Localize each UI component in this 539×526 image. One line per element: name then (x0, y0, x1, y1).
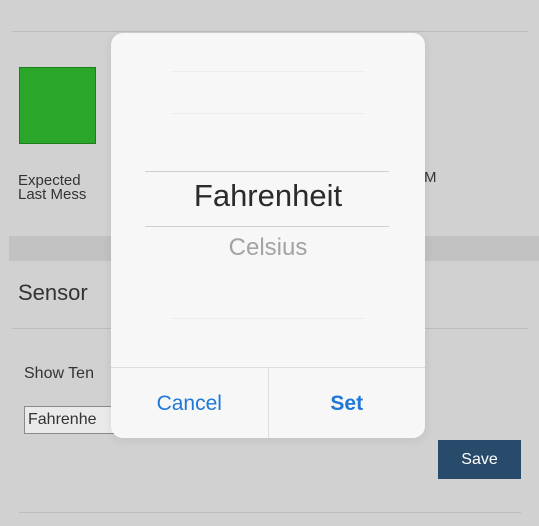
set-button[interactable]: Set (269, 368, 426, 438)
status-value-fragment: M (424, 169, 437, 186)
picker-faded-row (171, 318, 365, 319)
top-divider (12, 31, 528, 32)
unit-picker-dialog: Fahrenheit Celsius Cancel Set (111, 33, 425, 438)
bottom-divider (19, 512, 521, 513)
picker-selection-top-line (145, 171, 389, 172)
picker-faded-row (171, 113, 365, 114)
cancel-button[interactable]: Cancel (111, 368, 269, 438)
status-indicator (19, 67, 96, 144)
last-message-label: Last Mess (18, 186, 87, 203)
picker-option-selected[interactable]: Fahrenheit (111, 178, 425, 214)
save-button[interactable]: Save (438, 440, 521, 479)
sensor-section-title: Sensor (18, 280, 88, 305)
picker-selection-bottom-line (145, 226, 389, 227)
picker-faded-row (171, 71, 365, 72)
picker-action-bar: Cancel Set (111, 367, 425, 438)
show-temperature-label: Show Ten (24, 365, 94, 382)
picker-option[interactable]: Celsius (111, 234, 425, 262)
